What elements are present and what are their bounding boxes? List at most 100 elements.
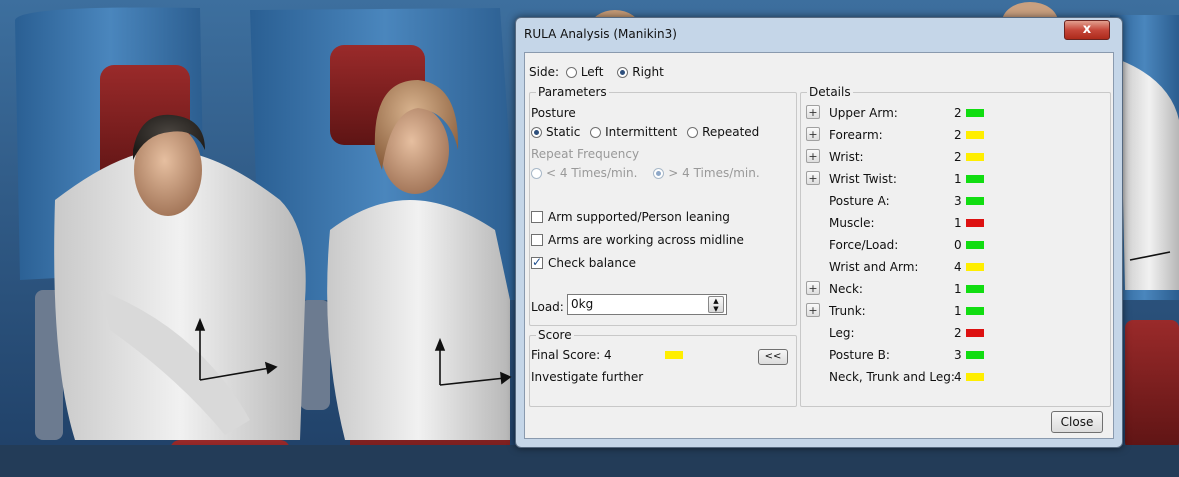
- title-bar[interactable]: RULA Analysis (Manikin3) x: [516, 18, 1122, 52]
- expand-plus-icon[interactable]: +: [806, 149, 820, 163]
- score-color-swatch: [966, 109, 984, 117]
- score-color-swatch: [966, 351, 984, 359]
- details-list: + Upper Arm: 2 + Forearm: 2 + Wrist: 2 + Wrist Twi…: [801, 103, 1110, 403]
- score-color-swatch: [966, 241, 984, 249]
- details-row-label: Wrist and Arm:: [829, 260, 919, 274]
- expand-plus-icon[interactable]: +: [806, 171, 820, 185]
- score-color-swatch: [966, 307, 984, 315]
- score-color-swatch: [966, 263, 984, 271]
- checkbox-checked-icon: [531, 255, 543, 269]
- details-row: + Wrist Twist: 1: [801, 169, 1110, 189]
- score-color-swatch: [966, 373, 984, 381]
- checkbox-check-balance[interactable]: Check balance: [531, 255, 636, 270]
- posture-options: Static Intermittent Repeated: [531, 125, 759, 139]
- final-score-color-swatch: [665, 351, 683, 359]
- posture-label: Posture: [531, 106, 576, 120]
- details-row: + Forearm: 2: [801, 125, 1110, 145]
- details-row-value: 2: [954, 150, 962, 164]
- radio-icon: [687, 127, 699, 138]
- window-title: RULA Analysis (Manikin3): [524, 27, 677, 41]
- details-title: Details: [807, 85, 853, 99]
- parameters-title: Parameters: [536, 85, 609, 99]
- score-title: Score: [536, 328, 574, 342]
- checkbox-icon: [531, 211, 543, 223]
- expand-plus-icon[interactable]: +: [806, 303, 820, 317]
- details-row-value: 2: [954, 128, 962, 142]
- details-row-label: Force/Load:: [829, 238, 899, 252]
- details-row-value: 1: [954, 282, 962, 296]
- details-row: + Upper Arm: 2: [801, 103, 1110, 123]
- repeat-option-more: > 4 Times/min.: [653, 166, 760, 180]
- details-row-label: Wrist Twist:: [829, 172, 897, 186]
- expand-plus-icon[interactable]: +: [806, 281, 820, 295]
- details-row: Wrist and Arm: 4: [801, 257, 1110, 277]
- details-row-value: 4: [954, 370, 962, 384]
- checkbox-icon: [531, 234, 543, 246]
- side-option-left[interactable]: Left: [565, 65, 603, 79]
- radio-icon: [590, 127, 602, 138]
- score-group: Score Final Score: 4 << Investigate furt…: [529, 328, 797, 407]
- expand-plus-icon[interactable]: +: [806, 127, 820, 141]
- details-group: Details + Upper Arm: 2 + Forearm: 2 + Wrist: 2 + W…: [800, 85, 1111, 407]
- radio-icon: [565, 67, 577, 78]
- details-row-value: 3: [954, 348, 962, 362]
- repeat-frequency-options: < 4 Times/min. > 4 Times/min.: [531, 166, 760, 180]
- details-row-value: 4: [954, 260, 962, 274]
- details-row-label: Forearm:: [829, 128, 883, 142]
- details-row: Leg: 2: [801, 323, 1110, 343]
- score-color-swatch: [966, 219, 984, 227]
- details-row-value: 0: [954, 238, 962, 252]
- radio-selected-icon: [531, 127, 542, 138]
- radio-disabled-icon: [531, 168, 542, 179]
- score-color-swatch: [966, 131, 984, 139]
- score-color-swatch: [966, 175, 984, 183]
- radio-selected-icon: [617, 67, 629, 78]
- details-row: + Trunk: 1: [801, 301, 1110, 321]
- details-row-label: Posture B:: [829, 348, 890, 362]
- posture-option-intermittent[interactable]: Intermittent: [590, 125, 677, 139]
- load-input[interactable]: 0kg ▲ ▼: [567, 294, 727, 315]
- details-row-label: Trunk:: [829, 304, 866, 318]
- details-row: + Wrist: 2: [801, 147, 1110, 167]
- score-color-swatch: [966, 197, 984, 205]
- posture-option-static[interactable]: Static: [531, 125, 580, 139]
- radio-disabled-selected-icon: [653, 168, 665, 179]
- details-row-label: Neck, Trunk and Leg:: [829, 370, 955, 384]
- checkbox-across-midline[interactable]: Arms are working across midline: [531, 233, 744, 247]
- dialog-client-area: Side: Left Right Parameters Posture Stat…: [524, 52, 1114, 439]
- details-row-label: Wrist:: [829, 150, 864, 164]
- details-row-value: 1: [954, 216, 962, 230]
- expand-plus-icon[interactable]: +: [806, 105, 820, 119]
- side-label: Side:: [529, 65, 559, 79]
- details-row: Muscle: 1: [801, 213, 1110, 233]
- details-row-label: Posture A:: [829, 194, 890, 208]
- side-option-right[interactable]: Right: [617, 65, 664, 79]
- posture-option-repeated[interactable]: Repeated: [687, 125, 759, 139]
- details-row-value: 1: [954, 172, 962, 186]
- collapse-details-button[interactable]: <<: [758, 349, 788, 365]
- repeat-option-less: < 4 Times/min.: [531, 166, 637, 180]
- rula-analysis-dialog: RULA Analysis (Manikin3) x Side: Left Ri…: [515, 17, 1123, 448]
- side-selector: Side: Left Right: [529, 65, 664, 79]
- score-color-swatch: [966, 285, 984, 293]
- window-close-button[interactable]: x: [1064, 20, 1110, 40]
- details-row-value: 1: [954, 304, 962, 318]
- details-row: Posture A: 3: [801, 191, 1110, 211]
- details-row: Force/Load: 0: [801, 235, 1110, 255]
- details-row: + Neck: 1: [801, 279, 1110, 299]
- details-row: Posture B: 3: [801, 345, 1110, 365]
- details-row-label: Muscle:: [829, 216, 875, 230]
- details-row-label: Leg:: [829, 326, 855, 340]
- details-row-value: 3: [954, 194, 962, 208]
- parameters-group: Parameters Posture Static Intermittent R…: [529, 85, 797, 326]
- final-score: Final Score: 4: [531, 348, 612, 362]
- details-row-value: 2: [954, 326, 962, 340]
- checkbox-arm-supported[interactable]: Arm supported/Person leaning: [531, 210, 730, 224]
- score-message: Investigate further: [531, 370, 644, 384]
- score-color-swatch: [966, 153, 984, 161]
- repeat-frequency-label: Repeat Frequency: [531, 147, 640, 161]
- load-spinner-icon[interactable]: ▲ ▼: [708, 296, 724, 313]
- details-row: Neck, Trunk and Leg: 4: [801, 367, 1110, 387]
- close-button[interactable]: Close: [1051, 411, 1103, 433]
- details-row-value: 2: [954, 106, 962, 120]
